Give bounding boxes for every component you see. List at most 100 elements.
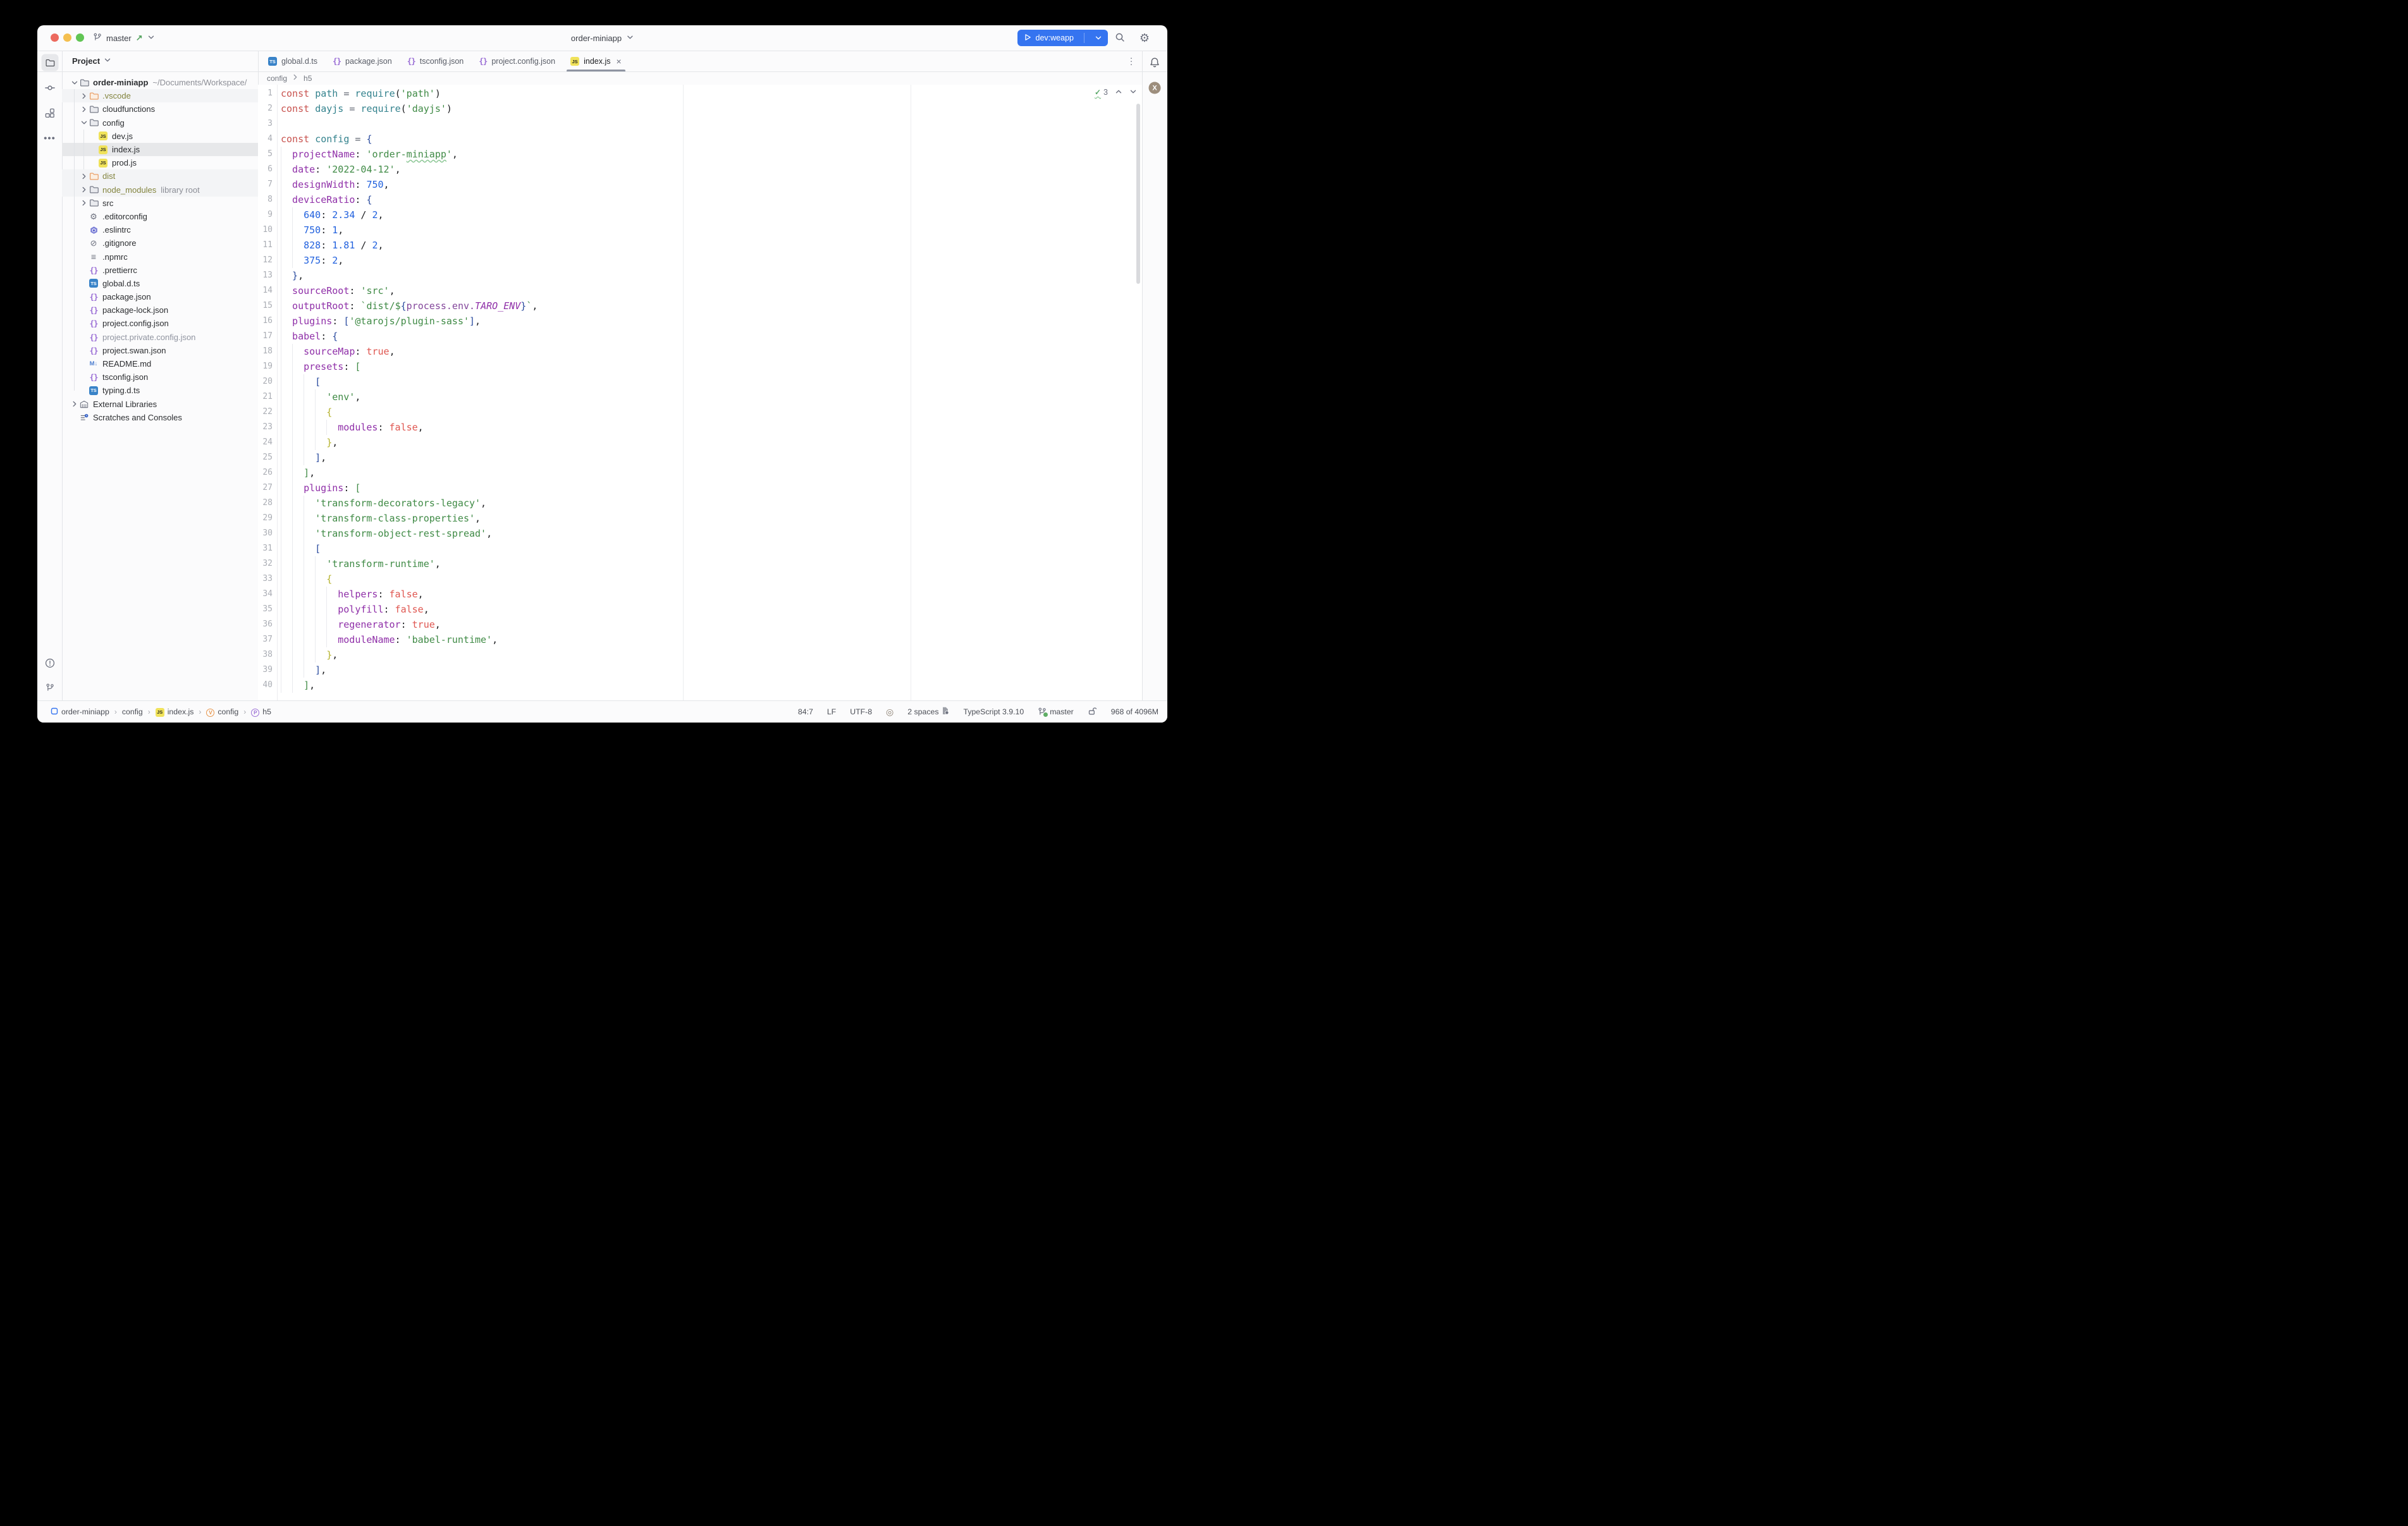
line-number-1[interactable]: 1	[258, 86, 273, 101]
code-line-8[interactable]: deviceRatio: {	[281, 192, 1142, 207]
line-number-15[interactable]: 15	[258, 298, 273, 314]
git-branch-widget[interactable]: master ↗	[93, 25, 155, 51]
code-line-6[interactable]: date: '2022-04-12',	[281, 162, 1142, 177]
tab-options-kebab-icon[interactable]: ⋮	[1127, 56, 1136, 66]
line-number-14[interactable]: 14	[258, 283, 273, 298]
tree-item-node_modules[interactable]: node_moduleslibrary root	[62, 183, 258, 197]
editor-scrollbar[interactable]	[1136, 104, 1140, 284]
problems-toolwindow-button[interactable]	[44, 658, 55, 669]
line-number-30[interactable]: 30	[258, 526, 273, 541]
commit-toolwindow-button[interactable]	[44, 83, 55, 94]
tab-tsconfig.json[interactable]: {}tsconfig.json	[400, 51, 472, 71]
code-line-37[interactable]: moduleName: 'babel-runtime',	[281, 632, 1142, 647]
line-number-19[interactable]: 19	[258, 359, 273, 374]
tree-item-global.d.ts[interactable]: TSglobal.d.ts	[62, 277, 258, 290]
line-number-38[interactable]: 38	[258, 647, 273, 662]
statusbar-widget-2-spaces[interactable]: 2 spaces	[907, 707, 949, 717]
code-line-28[interactable]: 'transform-decorators-legacy',	[281, 496, 1142, 511]
tree-item-External Libraries[interactable]: External Libraries	[62, 398, 258, 411]
tree-item-.eslintrc[interactable]: .eslintrc	[62, 223, 258, 236]
line-number-36[interactable]: 36	[258, 617, 273, 632]
code-line-18[interactable]: sourceMap: true,	[281, 344, 1142, 359]
code-line-15[interactable]: outputRoot: `dist/${process.env.TARO_ENV…	[281, 298, 1142, 314]
code-line-4[interactable]: const config = {	[281, 131, 1142, 147]
line-number-6[interactable]: 6	[258, 162, 273, 177]
code-line-14[interactable]: sourceRoot: 'src',	[281, 283, 1142, 298]
tree-item-project.config.json[interactable]: {}project.config.json	[62, 317, 258, 330]
tree-item-dev.js[interactable]: JSdev.js	[62, 130, 258, 143]
tree-item-.vscode[interactable]: .vscode	[62, 89, 258, 102]
tab-project.config.json[interactable]: {}project.config.json	[471, 51, 563, 71]
code-editor[interactable]: 1234567891011121314151617181920212223242…	[258, 85, 1142, 700]
line-number-23[interactable]: 23	[258, 420, 273, 435]
tree-item-index.js[interactable]: JSindex.js	[62, 143, 258, 156]
tree-item-cloudfunctions[interactable]: cloudfunctions	[62, 102, 258, 116]
code-line-22[interactable]: {	[281, 405, 1142, 420]
line-number-40[interactable]: 40	[258, 678, 273, 693]
line-number-7[interactable]: 7	[258, 177, 273, 192]
line-number-11[interactable]: 11	[258, 238, 273, 253]
code-line-33[interactable]: {	[281, 571, 1142, 587]
line-number-8[interactable]: 8	[258, 192, 273, 207]
window-close-button[interactable]	[51, 34, 59, 42]
chevron-right-icon[interactable]	[79, 106, 89, 113]
breadcrumb-h5[interactable]: h5	[304, 74, 312, 83]
line-number-12[interactable]: 12	[258, 253, 273, 268]
git-toolwindow-button[interactable]	[46, 683, 54, 692]
statusbar-crumb-config[interactable]: Vconfig	[206, 707, 238, 717]
statusbar-widget-968-of-4096m[interactable]: 968 of 4096M	[1111, 707, 1158, 716]
statusbar-widget-master[interactable]: master	[1038, 707, 1074, 716]
window-minimize-button[interactable]	[63, 34, 71, 42]
statusbar-widget-lock[interactable]	[1088, 707, 1097, 717]
inspections-widget[interactable]: ✓ 3	[1095, 85, 1137, 100]
tree-item-README.md[interactable]: M↓README.md	[62, 357, 258, 370]
tree-item-config[interactable]: config	[62, 116, 258, 130]
code-line-19[interactable]: presets: [	[281, 359, 1142, 374]
code-line-3[interactable]	[281, 116, 1142, 131]
tab-package.json[interactable]: {}package.json	[325, 51, 400, 71]
line-number-5[interactable]: 5	[258, 147, 273, 162]
line-number-35[interactable]: 35	[258, 602, 273, 617]
line-number-28[interactable]: 28	[258, 496, 273, 511]
code-line-27[interactable]: plugins: [	[281, 480, 1142, 496]
tree-item-.gitignore[interactable]: ⊘.gitignore	[62, 236, 258, 250]
code-line-34[interactable]: helpers: false,	[281, 587, 1142, 602]
project-panel-header[interactable]: Project	[62, 51, 258, 71]
code-line-23[interactable]: modules: false,	[281, 420, 1142, 435]
code-line-25[interactable]: ],	[281, 450, 1142, 465]
tree-item-src[interactable]: src	[62, 197, 258, 210]
search-icon[interactable]	[1115, 32, 1126, 46]
tree-item-package-lock.json[interactable]: {}package-lock.json	[62, 303, 258, 317]
code-line-13[interactable]: },	[281, 268, 1142, 283]
settings-gear-icon[interactable]: ⚙	[1140, 32, 1150, 45]
line-number-25[interactable]: 25	[258, 450, 273, 465]
line-number-9[interactable]: 9	[258, 207, 273, 223]
tree-item-package.json[interactable]: {}package.json	[62, 290, 258, 303]
line-number-21[interactable]: 21	[258, 389, 273, 405]
code-line-1[interactable]: const path = require('path')	[281, 86, 1142, 101]
run-chevron-down-icon[interactable]	[1089, 34, 1108, 42]
code-line-40[interactable]: ],	[281, 678, 1142, 693]
code-line-36[interactable]: regenerator: true,	[281, 617, 1142, 632]
code-line-39[interactable]: ],	[281, 662, 1142, 678]
tree-item-project.private.config.json[interactable]: {}project.private.config.json	[62, 331, 258, 344]
statusbar-widget-lf[interactable]: LF	[827, 707, 836, 716]
chevron-down-icon[interactable]	[70, 79, 79, 87]
next-problem-chevron-down-icon[interactable]	[1129, 88, 1137, 97]
chevron-right-icon[interactable]	[79, 199, 89, 207]
line-number-16[interactable]: 16	[258, 314, 273, 329]
line-number-31[interactable]: 31	[258, 541, 273, 556]
line-number-34[interactable]: 34	[258, 587, 273, 602]
statusbar-crumb-h5[interactable]: Ph5	[251, 707, 271, 717]
tab-close-icon[interactable]: ×	[616, 56, 621, 66]
code-line-2[interactable]: const dayjs = require('dayjs')	[281, 101, 1142, 116]
tree-item-typing.d.ts[interactable]: TStyping.d.ts	[62, 384, 258, 397]
code-line-9[interactable]: 640: 2.34 / 2,	[281, 207, 1142, 223]
project-toolwindow-button[interactable]	[41, 54, 58, 71]
line-number-33[interactable]: 33	[258, 571, 273, 587]
code-line-5[interactable]: projectName: 'order-miniapp',	[281, 147, 1142, 162]
chevron-right-icon[interactable]	[70, 400, 79, 408]
code-line-17[interactable]: babel: {	[281, 329, 1142, 344]
code-line-16[interactable]: plugins: ['@tarojs/plugin-sass'],	[281, 314, 1142, 329]
tree-item-order-miniapp[interactable]: order-miniapp~/Documents/Workspace/	[62, 76, 258, 89]
